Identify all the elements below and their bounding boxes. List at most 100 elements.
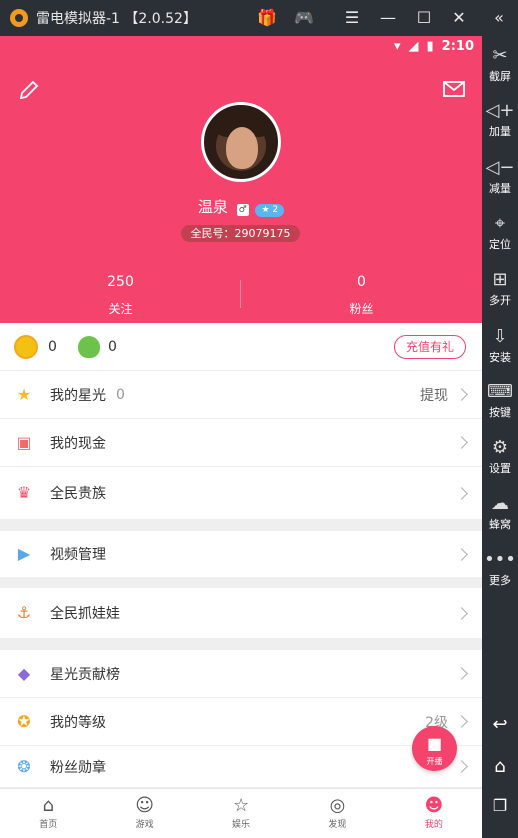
phone-screen: ▾ ◢ ▮ 2:10 温泉 ♂ ★ 2 全民号：29079175 250 关注 xyxy=(0,36,482,838)
username: 温泉 xyxy=(197,198,228,216)
menu-item-nobility[interactable]: ♛ 全民贵族 xyxy=(0,467,482,519)
fans-stat[interactable]: 0 粉丝 xyxy=(241,274,482,317)
username-row: 温泉 ♂ ★ 2 xyxy=(0,196,482,217)
sidebar-item-keymap[interactable]: ⌨ 按键 xyxy=(482,380,518,420)
minimize-icon[interactable]: — xyxy=(378,8,398,28)
gender-male-icon: ♂ xyxy=(236,204,249,216)
chevron-right-icon xyxy=(455,606,468,620)
section-gap xyxy=(0,638,482,650)
coin-icon xyxy=(14,334,38,359)
ribbon-badge-icon: ◆ xyxy=(17,663,31,683)
chevron-right-icon xyxy=(455,667,468,680)
go-live-button[interactable]: ■ 开播 xyxy=(412,726,457,771)
avatar[interactable] xyxy=(201,102,281,182)
sidebar-item-label: 截屏 xyxy=(489,70,511,83)
sidebar-item-volume-down[interactable]: ◁− 减量 xyxy=(482,156,518,196)
gamepad-icon: ☺ xyxy=(135,795,154,816)
status-bar: ▾ ◢ ▮ 2:10 xyxy=(394,39,474,54)
collapse-sidebar-icon[interactable]: « xyxy=(489,8,509,28)
level-badge-value: 2 xyxy=(272,205,279,215)
settings-icon: ⚙ xyxy=(491,437,509,458)
scissors-icon: ✂ xyxy=(492,45,508,66)
bottom-tabbar: ⌂ 首页 ☺ 游戏 ☆ 娱乐 ◎ 发现 ☻ 我的 xyxy=(0,788,482,838)
follow-stats: 250 关注 0 粉丝 xyxy=(0,274,482,317)
sidebar-item-label: 安装 xyxy=(489,351,511,364)
stats-divider xyxy=(240,280,241,308)
fan-medal-icon: ❂ xyxy=(17,756,31,776)
level-badge: ★ 2 xyxy=(255,204,285,217)
sidebar-item-location[interactable]: ⌖ 定位 xyxy=(482,212,518,252)
volume-up-icon: ◁+ xyxy=(485,100,515,121)
menu-item-starlight[interactable]: ★ 我的星光 0 提现 xyxy=(0,371,482,419)
home-icon[interactable]: ⌂ xyxy=(482,756,518,777)
avatar-face xyxy=(226,127,258,169)
more-icon: ••• xyxy=(484,549,516,570)
tab-label: 首页 xyxy=(39,820,58,830)
sidebar-item-settings[interactable]: ⚙ 设置 xyxy=(482,436,518,476)
sidebar-item-label: 按键 xyxy=(489,406,511,419)
bean-icon xyxy=(78,335,100,358)
menu-item-label: 星光贡献榜 xyxy=(50,666,120,683)
mail-icon[interactable] xyxy=(443,81,465,97)
compass-icon: ◎ xyxy=(329,795,346,816)
maximize-icon[interactable]: ☐ xyxy=(414,8,434,28)
menu-item-label: 粉丝勋章 xyxy=(50,759,106,776)
level-medal-icon: ✪ xyxy=(17,711,31,731)
hive-icon: ☁ xyxy=(491,493,509,514)
chevron-right-icon xyxy=(455,486,468,500)
tab-label: 我的 xyxy=(424,820,443,830)
emulator-sidebar: ✂ 截屏 ◁+ 加量 ◁− 减量 ⌖ 定位 ⊞ 多开 ⇩ 安装 ⌨ 按键 ⚙ 设… xyxy=(482,36,518,838)
sidebar-item-label: 设置 xyxy=(489,462,511,475)
sidebar-item-label: 加量 xyxy=(489,125,511,138)
video-camera-icon: ▶ xyxy=(17,544,31,563)
chevron-right-icon xyxy=(455,715,468,728)
following-stat[interactable]: 250 关注 xyxy=(0,274,241,317)
following-count: 250 xyxy=(107,274,134,290)
menu-item-cash[interactable]: ▣ 我的现金 xyxy=(0,419,482,467)
edit-icon[interactable] xyxy=(18,79,40,101)
tab-discover[interactable]: ◎ 发现 xyxy=(289,789,385,838)
menu-item-claw-machine[interactable]: ⚓ 全民抓娃娃 xyxy=(0,588,482,638)
battery-icon: ▮ xyxy=(426,39,434,54)
sidebar-item-install[interactable]: ⇩ 安装 xyxy=(482,325,518,365)
gift-icon[interactable]: 🎁 xyxy=(257,8,277,28)
menu-item-contribution[interactable]: ◆ 星光贡献榜 xyxy=(0,650,482,698)
sidebar-item-multi[interactable]: ⊞ 多开 xyxy=(482,268,518,308)
status-time: 2:10 xyxy=(441,39,474,54)
go-live-label: 开播 xyxy=(426,757,443,766)
sidebar-item-label: 蜂窝 xyxy=(489,518,511,531)
gamepad-icon[interactable]: 🎮 xyxy=(292,8,316,28)
menu-item-level[interactable]: ✪ 我的等级 2级 xyxy=(0,698,482,746)
sidebar-item-more[interactable]: ••• 更多 xyxy=(482,548,518,588)
volume-down-icon: ◁− xyxy=(485,157,515,178)
sidebar-item-hive[interactable]: ☁ 蜂窝 xyxy=(482,492,518,532)
recharge-button[interactable]: 充值有礼 xyxy=(394,334,466,359)
menu-icon[interactable]: ☰ xyxy=(342,8,362,28)
sidebar-item-screenshot[interactable]: ✂ 截屏 xyxy=(482,44,518,84)
crown-icon: ♛ xyxy=(16,483,32,502)
tab-mine[interactable]: ☻ 我的 xyxy=(386,789,482,838)
menu-item-fan-medal[interactable]: ❂ 粉丝勋章 xyxy=(0,746,482,788)
menu-item-label: 我的等级 xyxy=(50,714,106,731)
tab-games[interactable]: ☺ 游戏 xyxy=(96,789,192,838)
chevron-right-icon xyxy=(455,436,468,449)
claw-icon: ⚓ xyxy=(16,603,32,622)
sidebar-item-label: 减量 xyxy=(489,182,511,195)
following-label: 关注 xyxy=(108,302,133,316)
sidebar-item-label: 多开 xyxy=(489,294,511,307)
chevron-right-icon xyxy=(455,760,468,773)
keyboard-icon: ⌨ xyxy=(487,381,513,402)
sidebar-item-volume-up[interactable]: ◁+ 加量 xyxy=(482,99,518,139)
recent-apps-icon[interactable]: ❐ xyxy=(482,796,518,815)
withdraw-label[interactable]: 提现 xyxy=(420,385,448,405)
back-icon[interactable]: ↩ xyxy=(482,714,518,735)
close-icon[interactable]: ✕ xyxy=(449,8,469,28)
tab-home[interactable]: ⌂ 首页 xyxy=(0,789,96,838)
chevron-right-icon xyxy=(455,388,468,401)
tab-entertainment[interactable]: ☆ 娱乐 xyxy=(193,789,289,838)
menu-item-video[interactable]: ▶ 视频管理 xyxy=(0,531,482,577)
location-icon: ⌖ xyxy=(494,213,506,234)
star-icon: ☆ xyxy=(232,795,250,816)
app-logo xyxy=(10,9,28,27)
tab-label: 游戏 xyxy=(135,820,154,830)
